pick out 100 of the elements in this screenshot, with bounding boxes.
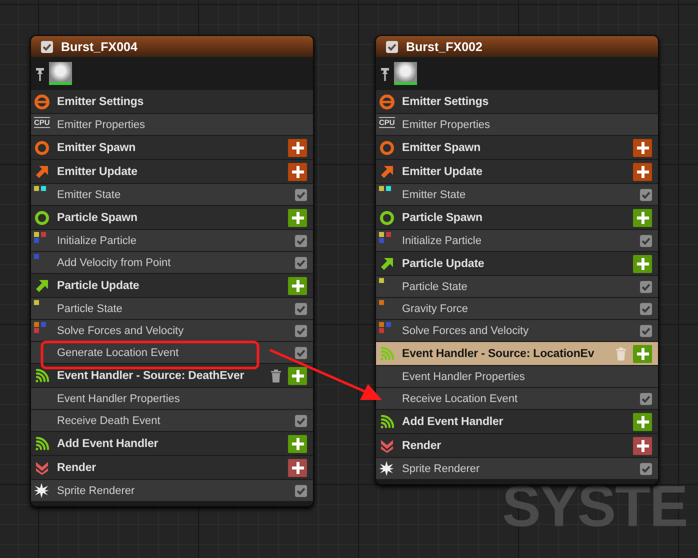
module-checkbox[interactable] (640, 280, 652, 292)
module-checkbox[interactable] (295, 256, 307, 268)
module-row[interactable]: Solve Forces and Velocity (376, 320, 658, 341)
stage-title: Particle Spawn (402, 212, 484, 224)
module-name: Particle State (402, 280, 468, 292)
enable-checkbox[interactable] (386, 40, 398, 52)
module-row[interactable]: Sprite Renderer (376, 458, 658, 479)
stage-title: Add Event Handler (402, 416, 504, 428)
add-button[interactable] (633, 208, 652, 226)
add-button[interactable] (288, 366, 307, 384)
spark-icon (34, 483, 49, 498)
stage-header[interactable]: Render (376, 434, 658, 457)
module-row[interactable]: Event Handler Properties (376, 366, 658, 387)
module-row[interactable]: Particle State (376, 276, 658, 297)
stage-title: Emitter Update (402, 166, 484, 178)
module-checkbox[interactable] (640, 392, 652, 404)
module-row[interactable]: Emitter State (31, 184, 313, 205)
module-row[interactable]: Emitter State (376, 184, 658, 205)
add-button[interactable] (633, 412, 652, 430)
stage-header[interactable]: Particle Update (31, 274, 313, 297)
spark-icon (379, 461, 394, 476)
stage-title: Particle Update (402, 258, 486, 270)
stage-header[interactable]: Emitter Spawn (31, 136, 313, 159)
add-button[interactable] (633, 138, 652, 156)
stage-title: Render (402, 440, 442, 452)
add-button[interactable] (288, 208, 307, 226)
module-checkbox[interactable] (640, 324, 652, 336)
stage-title: Event Handler - Source: LocationEv (402, 348, 596, 360)
module-row[interactable]: Particle State (31, 298, 313, 319)
add-button[interactable] (288, 434, 307, 452)
add-button[interactable] (288, 276, 307, 294)
emitter-title: Burst_FX004 (61, 40, 138, 54)
stage-header[interactable]: Particle Update (376, 252, 658, 275)
add-button[interactable] (288, 138, 307, 156)
stage-header[interactable]: Add Event Handler (376, 410, 658, 433)
emitter-thumbnail (394, 62, 417, 85)
module-name: Sprite Renderer (57, 484, 136, 496)
emitter-thumbnail (49, 62, 72, 85)
module-checkbox[interactable] (295, 346, 307, 358)
module-row[interactable]: Event Handler Properties (31, 388, 313, 409)
module-name: Generate Location Event (57, 346, 180, 358)
module-row[interactable]: Solve Forces and Velocity (31, 320, 313, 341)
add-button[interactable] (288, 162, 307, 180)
pin-icon[interactable] (35, 66, 45, 80)
module-row[interactable]: Initialize Particle (31, 230, 313, 251)
stage-title: Emitter Spawn (402, 142, 482, 154)
module-name: Sprite Renderer (402, 462, 481, 474)
emitter-node[interactable] (375, 35, 659, 485)
add-button[interactable] (288, 458, 307, 476)
module-name: Solve Forces and Velocity (57, 324, 185, 336)
stage-title: Particle Update (57, 280, 140, 292)
module-row[interactable]: Receive Location Event (376, 388, 658, 409)
module-name: Emitter Properties (57, 118, 146, 130)
stage-header[interactable]: Emitter Update (376, 160, 658, 183)
module-name: Emitter State (57, 188, 122, 200)
stage-header[interactable]: Emitter Settings (31, 90, 313, 113)
module-name: Initialize Particle (402, 234, 482, 246)
module-row[interactable]: Receive Death Event (31, 410, 313, 431)
module-name: Add Velocity from Point (57, 256, 172, 268)
module-checkbox[interactable] (295, 484, 307, 496)
module-checkbox[interactable] (640, 462, 652, 474)
stage-header[interactable]: Emitter Spawn (376, 136, 658, 159)
module-name: Gravity Force (402, 302, 470, 314)
stage-header[interactable]: Emitter Update (31, 160, 313, 183)
module-checkbox[interactable] (640, 188, 652, 200)
module-checkbox[interactable] (295, 302, 307, 314)
stage-title: Particle Spawn (57, 212, 138, 224)
trash-icon[interactable] (270, 368, 282, 382)
stage-header[interactable]: Particle Spawn (31, 206, 313, 229)
module-checkbox[interactable] (295, 324, 307, 336)
module-name: Event Handler Properties (402, 370, 526, 382)
stage-title: Emitter Settings (402, 96, 490, 108)
add-button[interactable] (633, 162, 652, 180)
stage-title: Emitter Update (57, 166, 138, 178)
stage-header[interactable]: Particle Spawn (376, 206, 658, 229)
stage-title: Emitter Spawn (57, 142, 137, 154)
stage-title: Event Handler - Source: DeathEver (57, 370, 246, 382)
pin-icon[interactable] (380, 66, 390, 80)
module-name: Receive Location Event (402, 392, 519, 404)
module-row[interactable]: Add Velocity from Point (31, 252, 313, 273)
module-name: Solve Forces and Velocity (402, 324, 530, 336)
module-checkbox[interactable] (640, 302, 652, 314)
module-checkbox[interactable] (640, 234, 652, 246)
module-name: Initialize Particle (57, 234, 138, 246)
stage-title: Render (57, 462, 98, 474)
emitter-title: Burst_FX002 (406, 40, 482, 54)
module-row[interactable]: Gravity Force (376, 298, 658, 319)
emitter-node[interactable] (30, 35, 314, 507)
stage-header[interactable]: Add Event Handler (31, 432, 313, 455)
stage-title: Add Event Handler (57, 438, 160, 450)
module-row[interactable]: Initialize Particle (376, 230, 658, 251)
enable-checkbox[interactable] (41, 40, 53, 52)
module-row[interactable]: Sprite Renderer (31, 480, 313, 501)
add-button[interactable] (633, 254, 652, 272)
stage-header[interactable]: Render (31, 456, 313, 479)
module-checkbox[interactable] (295, 414, 307, 426)
stage-header[interactable]: Emitter Settings (376, 90, 658, 113)
add-button[interactable] (633, 436, 652, 454)
module-checkbox[interactable] (295, 188, 307, 200)
module-checkbox[interactable] (295, 234, 307, 246)
